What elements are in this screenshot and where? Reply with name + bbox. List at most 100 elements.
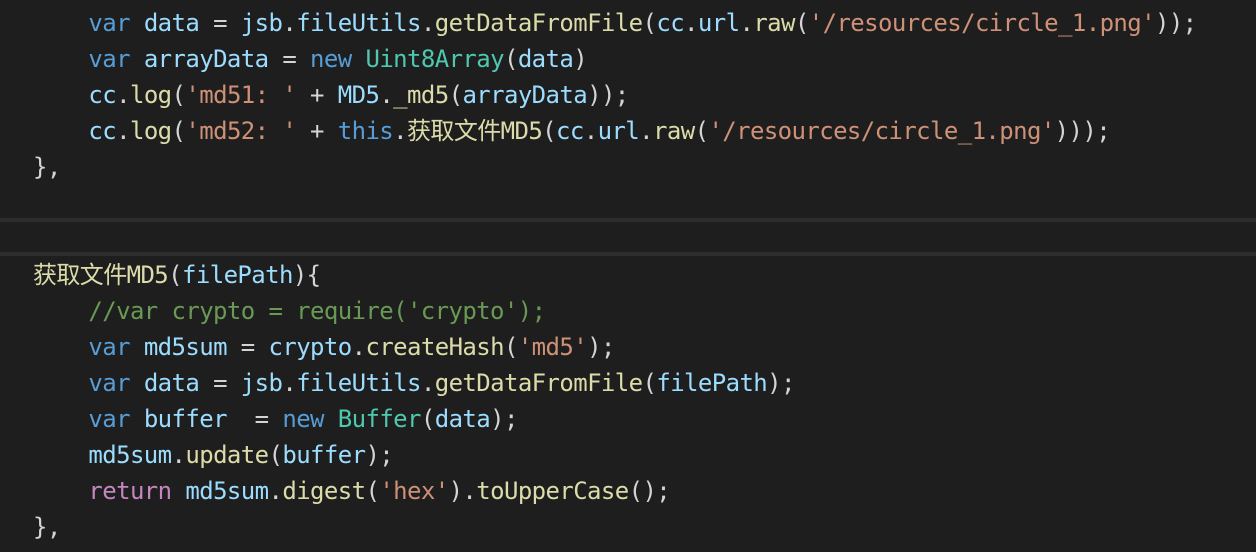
code-line[interactable]: var buffer = new Buffer(data); <box>33 401 518 437</box>
code-token: ( <box>420 405 435 433</box>
code-token: ))); <box>1054 117 1111 145</box>
code-token: 'md5' <box>517 333 588 361</box>
code-token: ( <box>171 81 186 109</box>
code-token: ( <box>642 369 657 397</box>
code-token: new <box>310 45 352 73</box>
code-token: cc <box>656 9 685 37</box>
code-token: ( <box>794 9 809 37</box>
code-token: = <box>199 9 241 37</box>
code-token: . <box>583 117 598 145</box>
code-token: data <box>143 9 200 37</box>
code-token: . <box>268 477 283 505</box>
code-token: raw <box>653 117 695 145</box>
code-token: ). <box>448 477 477 505</box>
code-token: = <box>199 369 241 397</box>
code-token: ( <box>168 261 183 289</box>
code-token: md5sum <box>88 441 172 469</box>
code-line[interactable]: cc.log('md51: ' + MD5._md5(arrayData)); <box>33 77 629 113</box>
code-token: var <box>88 405 130 433</box>
code-token: . <box>393 117 408 145</box>
code-token: . <box>420 369 435 397</box>
section-divider <box>0 252 1256 256</box>
code-token: filePath <box>182 261 293 289</box>
code-token: . <box>739 9 754 37</box>
code-token: return <box>88 477 172 505</box>
code-token: createHash <box>365 333 504 361</box>
code-token: ){ <box>292 261 321 289</box>
code-token: log <box>129 81 172 109</box>
code-token: ); <box>490 405 518 433</box>
code-token: raw <box>753 9 795 37</box>
code-token: data <box>434 405 491 433</box>
code-line[interactable]: md5sum.update(buffer); <box>33 437 393 473</box>
code-token: var <box>88 369 130 397</box>
code-token: arrayData <box>462 81 588 109</box>
code-line[interactable]: }, <box>33 149 61 185</box>
code-token: ( <box>171 117 186 145</box>
code-editor[interactable]: var data = jsb.fileUtils.getDataFromFile… <box>0 0 1256 552</box>
code-token: = <box>226 333 269 361</box>
code-token: ( <box>268 441 283 469</box>
code-token: . <box>116 117 130 145</box>
code-line[interactable]: 获取文件MD5(filePath){ <box>33 257 321 293</box>
code-token: . <box>420 9 435 37</box>
code-token: 'md51: ' <box>185 81 297 109</box>
code-token: fileUtils <box>296 9 421 37</box>
code-token: var <box>88 333 130 361</box>
code-token: (); <box>628 477 671 505</box>
code-token: MD5 <box>337 81 380 109</box>
code-token: cc <box>88 117 117 145</box>
code-token: '/resources/circle_1.png' <box>708 117 1055 145</box>
code-line[interactable]: return md5sum.digest('hex').toUpperCase(… <box>33 473 670 509</box>
code-token: getDataFromFile <box>434 369 643 397</box>
code-token: . <box>171 441 186 469</box>
code-token: ); <box>587 333 615 361</box>
code-token: ) <box>573 45 588 73</box>
code-token: = <box>268 45 311 73</box>
code-token: + <box>296 117 338 145</box>
code-token: cc <box>556 117 584 145</box>
code-token: digest <box>282 477 366 505</box>
code-line[interactable]: cc.log('md52: ' + this.获取文件MD5(cc.url.ra… <box>33 113 1110 149</box>
code-token: ); <box>767 369 795 397</box>
code-token: . <box>282 9 297 37</box>
code-token: Buffer <box>337 405 422 433</box>
code-token: ); <box>365 441 394 469</box>
code-token: _md5 <box>393 81 449 109</box>
code-token: )); <box>1154 9 1197 37</box>
code-token: data <box>517 45 574 73</box>
code-token: buffer <box>282 441 366 469</box>
code-line[interactable]: var data = jsb.fileUtils.getDataFromFile… <box>33 365 795 401</box>
code-token: url <box>697 9 740 37</box>
code-line[interactable]: var data = jsb.fileUtils.getDataFromFile… <box>33 5 1197 41</box>
code-token: . <box>282 369 297 397</box>
code-token: md5sum <box>143 333 228 361</box>
code-token: 'hex' <box>379 477 449 505</box>
code-token: )); <box>587 81 629 109</box>
code-token: }, <box>33 153 61 181</box>
code-token: 'md52: ' <box>185 117 297 145</box>
code-token: fileUtils <box>296 369 421 397</box>
code-token: ( <box>448 81 463 109</box>
code-line[interactable]: var arrayData = new Uint8Array(data) <box>33 41 587 77</box>
code-token: filePath <box>656 369 768 397</box>
code-token: 获取文件MD5 <box>407 117 543 145</box>
code-token: //var crypto = require('crypto'); <box>88 297 546 325</box>
code-line[interactable]: //var crypto = require('crypto'); <box>33 293 546 329</box>
code-token: cc <box>88 81 117 109</box>
code-line[interactable]: var md5sum = crypto.createHash('md5'); <box>33 329 615 365</box>
code-token: buffer <box>143 405 228 433</box>
code-token: var <box>88 45 130 73</box>
code-token: log <box>129 117 172 145</box>
code-line[interactable]: }, <box>33 509 61 545</box>
